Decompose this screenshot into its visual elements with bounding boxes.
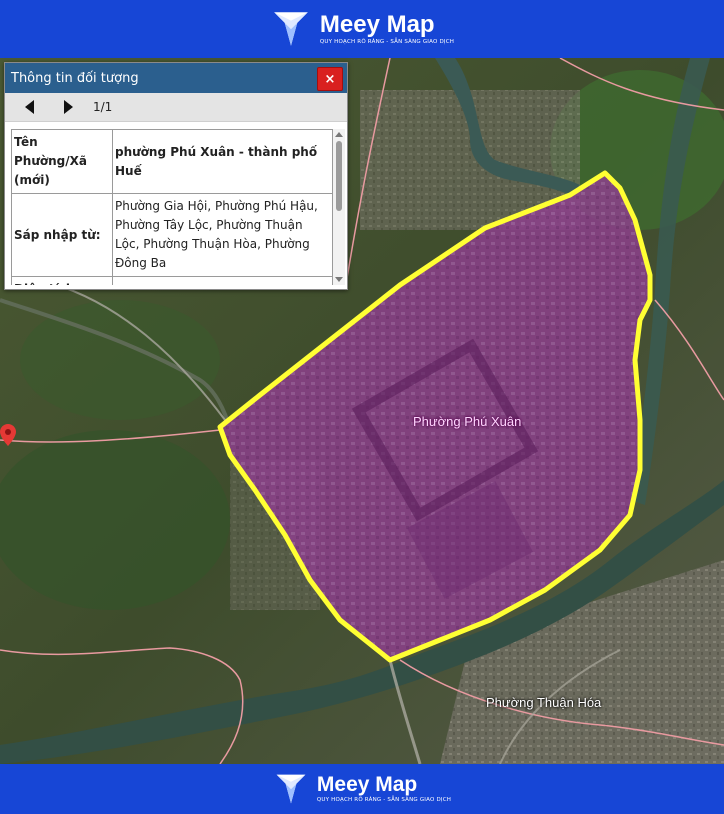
brand-logo-group: Meey Map QUY HOẠCH RÕ RÀNG - SẴN SÀNG GI… [270,8,454,50]
table-row: Diện tích [11,276,333,285]
meey-logo-icon [274,12,308,46]
brand-tagline: QUY HOẠCH RÕ RÀNG - SẴN SÀNG GIAO DỊCH [316,797,452,803]
object-info-panel: Thông tin đối tượng × 1/1 Tên Phường/Xã … [4,62,348,290]
info-table: Tên Phường/Xã (mới) phường Phú Xuân - th… [11,129,333,285]
table-row: Sáp nhập từ: Phường Gia Hội, Phường Phú … [11,193,333,277]
selected-ward-label[interactable]: Phường Phú Xuân [413,414,521,429]
row-value: Phường Gia Hội, Phường Phú Hậu, Phường T… [112,193,333,277]
close-button[interactable]: × [317,67,343,91]
brand-tagline: QUY HOẠCH RÕ RÀNG - SẴN SÀNG GIAO DỊCH [319,39,455,45]
row-key: Diện tích [11,276,113,285]
neighbor-ward-label[interactable]: Phường Thuận Hóa [486,695,601,710]
pager-count: 1/1 [93,100,113,114]
panel-title: Thông tin đối tượng [11,70,139,86]
panel-pagination: 1/1 [5,93,347,122]
row-value [112,276,333,285]
row-key: Sáp nhập từ: [11,193,113,277]
row-key: Tên Phường/Xã (mới) [11,129,113,194]
prev-button[interactable] [19,96,41,118]
table-scrollbar[interactable] [333,129,345,285]
header-brand-bar: Meey Map QUY HOẠCH RÕ RÀNG - SẴN SÀNG GI… [0,0,724,58]
scroll-down-icon[interactable] [335,277,343,282]
triangle-right-icon [64,100,73,114]
meey-logo-icon [276,774,306,804]
brand-logo-group: Meey Map QUY HOẠCH RÕ RÀNG - SẴN SÀNG GI… [273,771,451,807]
next-button[interactable] [57,96,79,118]
table-row: Tên Phường/Xã (mới) phường Phú Xuân - th… [11,129,333,194]
brand-name: Meey Map [316,773,418,796]
vegetation-patch [0,430,230,610]
brand-name: Meey Map [319,11,435,38]
scroll-thumb[interactable] [336,141,342,211]
info-table-container[interactable]: Tên Phường/Xã (mới) phường Phú Xuân - th… [11,129,333,285]
triangle-left-icon [25,100,34,114]
row-value: phường Phú Xuân - thành phố Huế [112,129,333,194]
footer-brand-bar: Meey Map QUY HOẠCH RÕ RÀNG - SẴN SÀNG GI… [0,764,724,814]
scroll-up-icon[interactable] [335,132,343,137]
map-pin-icon[interactable] [0,424,16,446]
panel-header: Thông tin đối tượng × [5,63,347,93]
